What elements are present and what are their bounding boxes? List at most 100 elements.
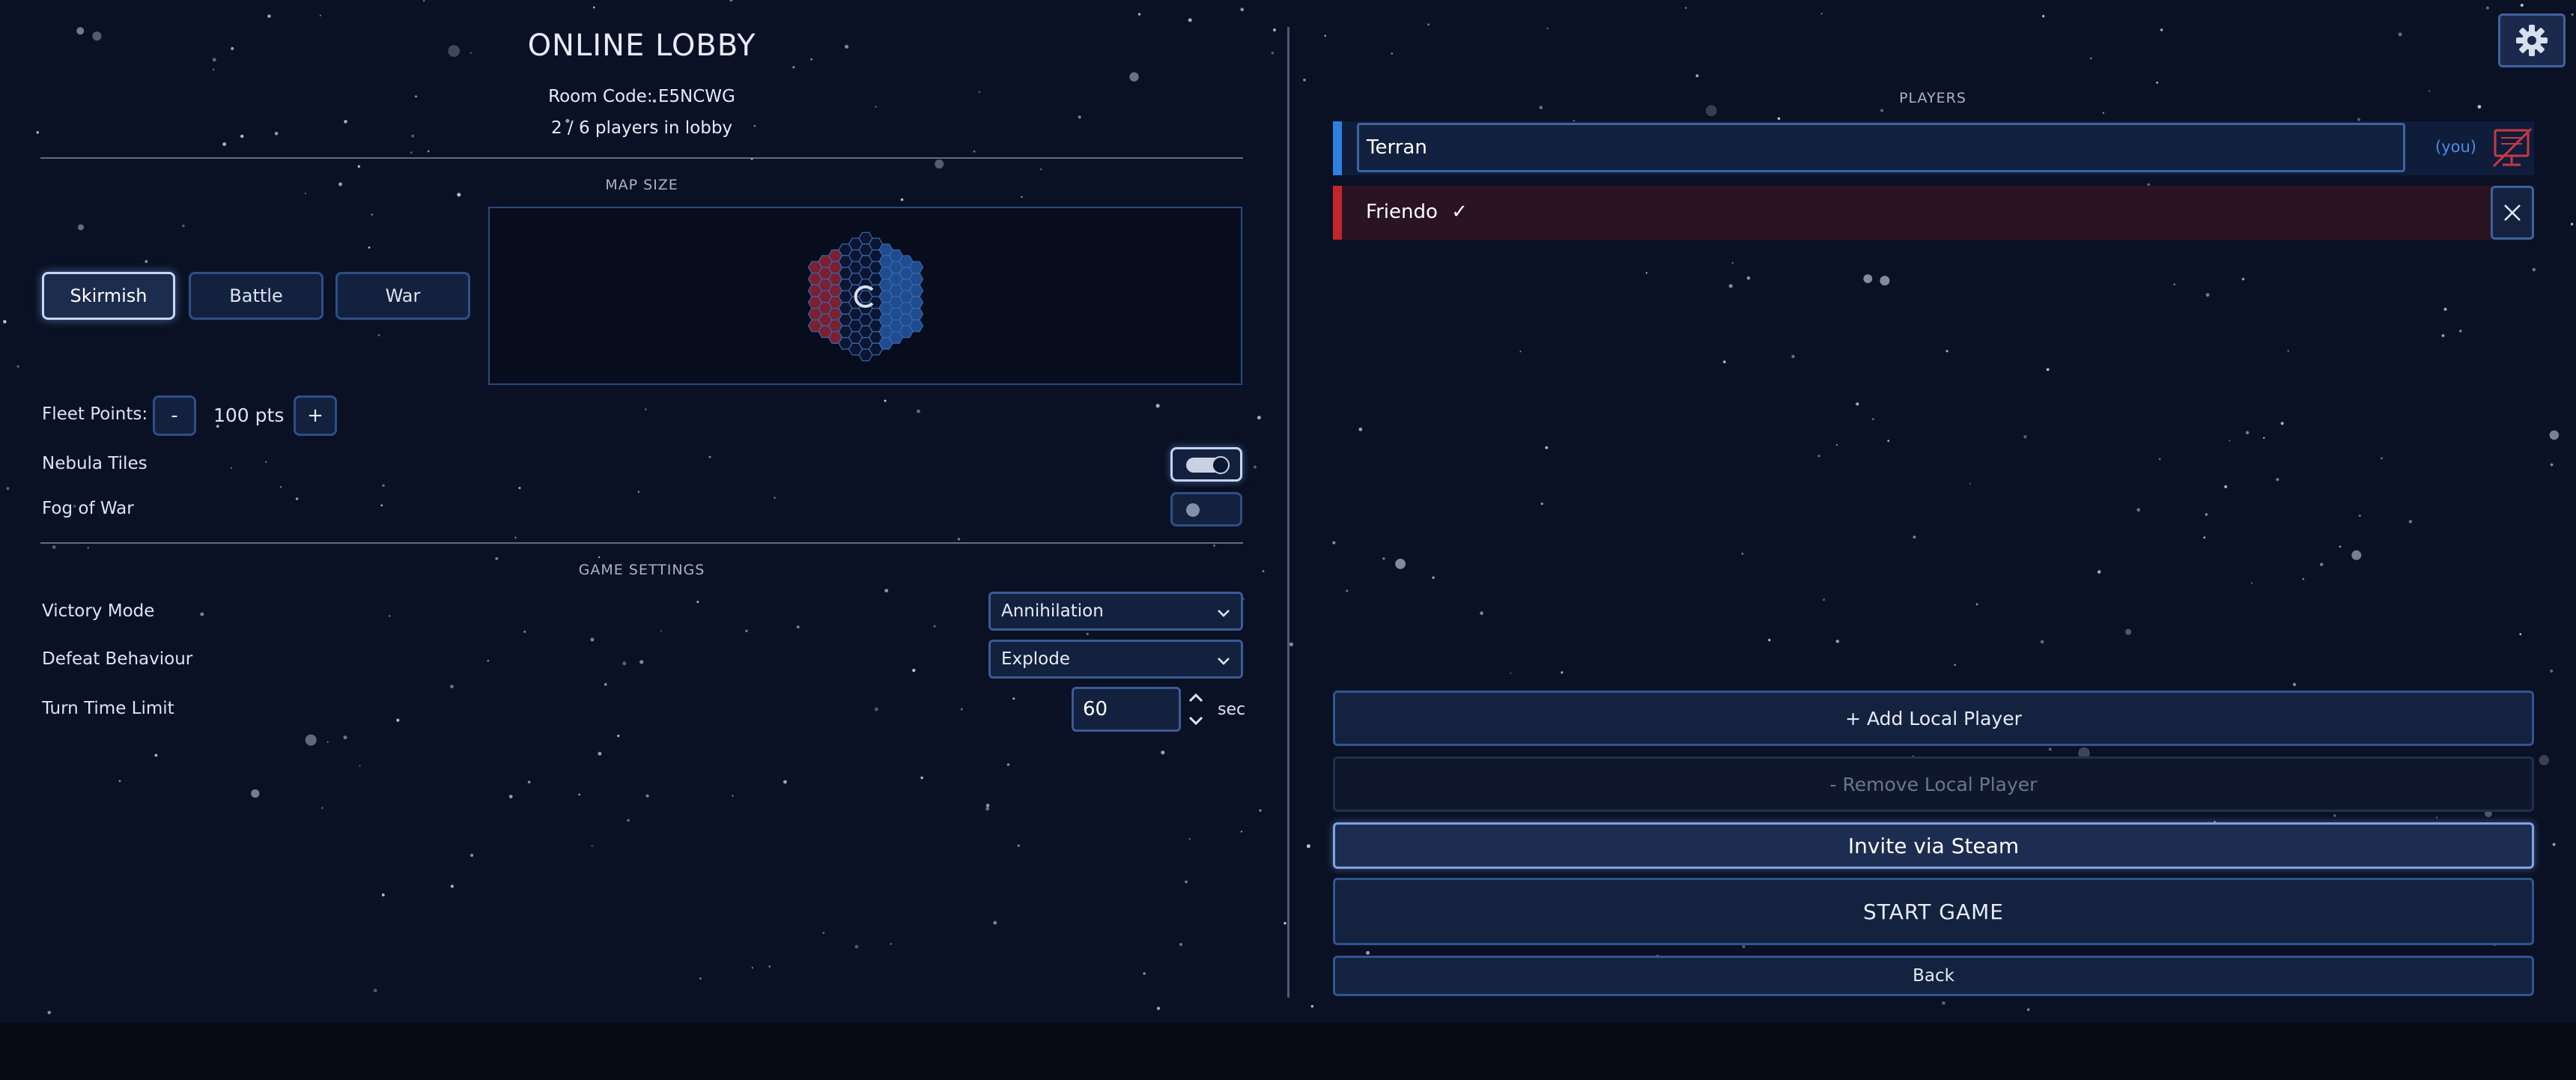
star [1791, 354, 1795, 359]
star [985, 807, 990, 811]
star [2351, 550, 2362, 560]
star [1823, 598, 1826, 601]
star [1303, 78, 1306, 82]
player-you-tag: (you) [2435, 138, 2476, 156]
star [2102, 112, 2105, 114]
star [598, 556, 601, 559]
star [2380, 457, 2384, 460]
map-size-skirmish-button[interactable]: Skirmish [42, 272, 175, 320]
star [875, 707, 878, 712]
star [1863, 274, 1873, 283]
defeat-behaviour-select[interactable]: Explode [988, 640, 1243, 679]
star [1432, 576, 1435, 579]
star [230, 467, 232, 469]
start-game-button[interactable]: START GAME [1333, 878, 2534, 945]
fleet-points-label: Fleet Points: [42, 404, 148, 424]
hex-tile [908, 261, 924, 274]
star [118, 780, 121, 783]
star [2280, 422, 2284, 425]
star [47, 1010, 52, 1015]
star [1289, 642, 1293, 646]
turn-time-limit-input[interactable]: 60 [1072, 687, 1181, 732]
star [1741, 552, 1744, 555]
star [1510, 672, 1512, 675]
star [373, 989, 377, 992]
star [2158, 458, 2161, 461]
settings-divider [40, 542, 1243, 544]
star [745, 629, 748, 633]
star [1188, 838, 1191, 840]
star [343, 735, 347, 740]
player-name-input[interactable]: Terran [1357, 123, 2405, 172]
star [2224, 485, 2228, 488]
panel-divider [1287, 27, 1289, 998]
star [783, 780, 787, 784]
header-divider [40, 157, 1243, 159]
star [2441, 334, 2445, 337]
turn-time-unit: sec [1218, 700, 1246, 719]
star [1942, 1001, 1945, 1005]
star [1358, 427, 1363, 431]
star [627, 819, 630, 822]
star [1746, 276, 1751, 280]
star [280, 486, 282, 488]
star [1012, 697, 1015, 700]
victory-mode-select[interactable]: Annihilation [988, 592, 1243, 631]
star [598, 751, 602, 756]
star [1185, 880, 1188, 884]
map-size-battle-button[interactable]: Battle [189, 272, 323, 320]
star [357, 165, 360, 168]
invite-via-steam-button[interactable]: Invite via Steam [1333, 822, 2534, 869]
star [590, 637, 595, 642]
page-title: ONLINE LOBBY [527, 28, 756, 63]
star [1391, 52, 1394, 55]
nebula-tiles-toggle[interactable] [1170, 447, 1242, 482]
star [2023, 435, 2027, 439]
remove-local-player-button[interactable]: - Remove Local Player [1333, 756, 2534, 812]
star [935, 160, 944, 169]
turn-time-limit-label: Turn Time Limit [42, 699, 174, 718]
star [450, 885, 454, 888]
star [1021, 195, 1023, 198]
star [222, 142, 227, 146]
star [2436, 816, 2438, 819]
no-controller-icon[interactable] [2491, 126, 2534, 171]
add-local-player-button[interactable]: + Add Local Player [1333, 691, 2534, 746]
star [1540, 502, 1543, 506]
star [487, 660, 489, 662]
star [1324, 34, 1326, 37]
gear-icon [2516, 25, 2548, 56]
remove-player-button[interactable] [2491, 186, 2534, 240]
star [1954, 664, 1957, 667]
fleet-points-increase-button[interactable]: + [294, 395, 337, 436]
star [212, 68, 215, 71]
star [2539, 755, 2550, 765]
star [1856, 402, 1859, 406]
star [2459, 330, 2462, 333]
star [1817, 455, 1820, 458]
star [2357, 118, 2361, 121]
star [708, 455, 711, 458]
star [251, 789, 260, 798]
star [1546, 27, 1549, 30]
star [1382, 557, 1385, 560]
star [1253, 465, 1257, 469]
spinner-arrows-icon[interactable] [1186, 691, 1206, 728]
back-button[interactable]: Back [1333, 956, 2534, 996]
star [1006, 763, 1010, 766]
star [182, 224, 185, 228]
fleet-points-decrease-button[interactable]: - [153, 395, 196, 436]
star [427, 150, 430, 153]
map-size-war-button[interactable]: War [335, 272, 470, 320]
star [2398, 32, 2402, 37]
star [305, 734, 317, 746]
star [1684, 7, 1687, 9]
fog-of-war-toggle[interactable] [1170, 492, 1242, 527]
star [1039, 168, 1042, 171]
star [2408, 520, 2413, 524]
settings-button[interactable] [2498, 13, 2566, 67]
player-row-terran: Terran (you) [1333, 121, 2534, 175]
star [1695, 74, 1699, 78]
star [1310, 1004, 1314, 1008]
star [2550, 463, 2554, 467]
